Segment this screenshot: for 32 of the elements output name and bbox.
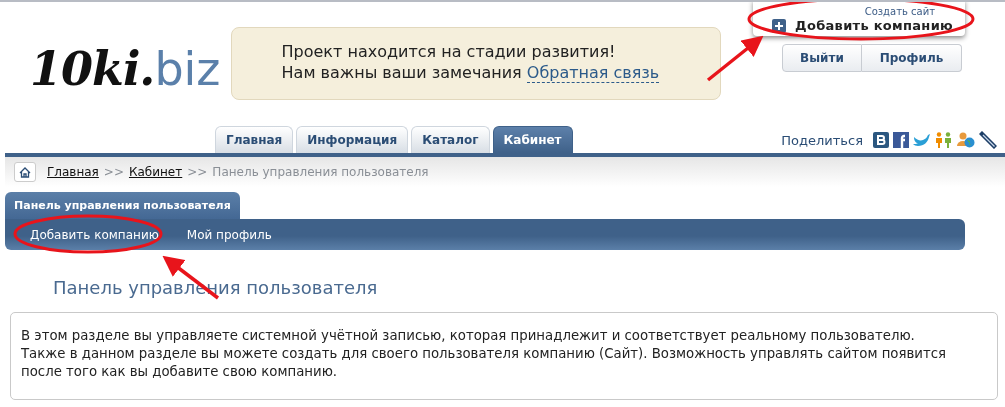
notice-text: Нам важны ваши замечания Обратная связь (281, 63, 660, 82)
notice-text: Проект находится на стадии развития! (281, 42, 616, 61)
account-button[interactable]: Выйти (782, 44, 862, 72)
nav-tab[interactable]: Кабинет (492, 126, 573, 153)
bird-icon[interactable] (913, 133, 931, 147)
info-text: после того как вы добавите свою компанию. (21, 363, 338, 381)
home-icon (19, 166, 31, 178)
breadcrumb-current: Панель управления пользователя (212, 165, 429, 179)
share-label: Поделиться (781, 132, 863, 148)
nav-tab[interactable]: Информация (296, 126, 409, 153)
plus-icon (772, 18, 787, 33)
feedback-link[interactable]: Обратная связь (526, 63, 660, 83)
info-text: Также в данном разделе вы можете создать для своего пользователя компанию (Сайт). Возможность управлять сайтом появится (21, 345, 947, 363)
logo-domain: biz (154, 42, 221, 96)
breadcrumb-link[interactable]: Кабинет (128, 165, 183, 179)
home-button[interactable] (14, 162, 36, 182)
nav-tab[interactable]: Главная (215, 126, 294, 153)
logo-text: 10ki. (30, 42, 155, 96)
panel-menu-item[interactable]: Мой профиль (186, 227, 272, 242)
account-button[interactable]: Профиль (862, 44, 962, 72)
breadcrumb-link[interactable]: Главная (47, 165, 99, 179)
panel-menu-item[interactable]: Добавить компанию (30, 227, 159, 242)
annotation-arrow (706, 35, 764, 82)
square-icon[interactable] (893, 132, 909, 148)
people-icon[interactable] (935, 132, 953, 148)
info-text: В этом разделе вы управляете системной учётной записью, которая принадлежит и соответствует реальному пользователю. (21, 327, 915, 345)
pencil-icon[interactable] (979, 131, 997, 149)
add-company-button[interactable]: Создать сайт Добавить компанию (753, 2, 965, 36)
nav-tab[interactable]: Каталог (411, 126, 490, 153)
breadcrumb-separator: >> (187, 165, 208, 179)
breadcrumb-separator: >> (103, 165, 124, 179)
square-icon[interactable] (873, 132, 889, 148)
